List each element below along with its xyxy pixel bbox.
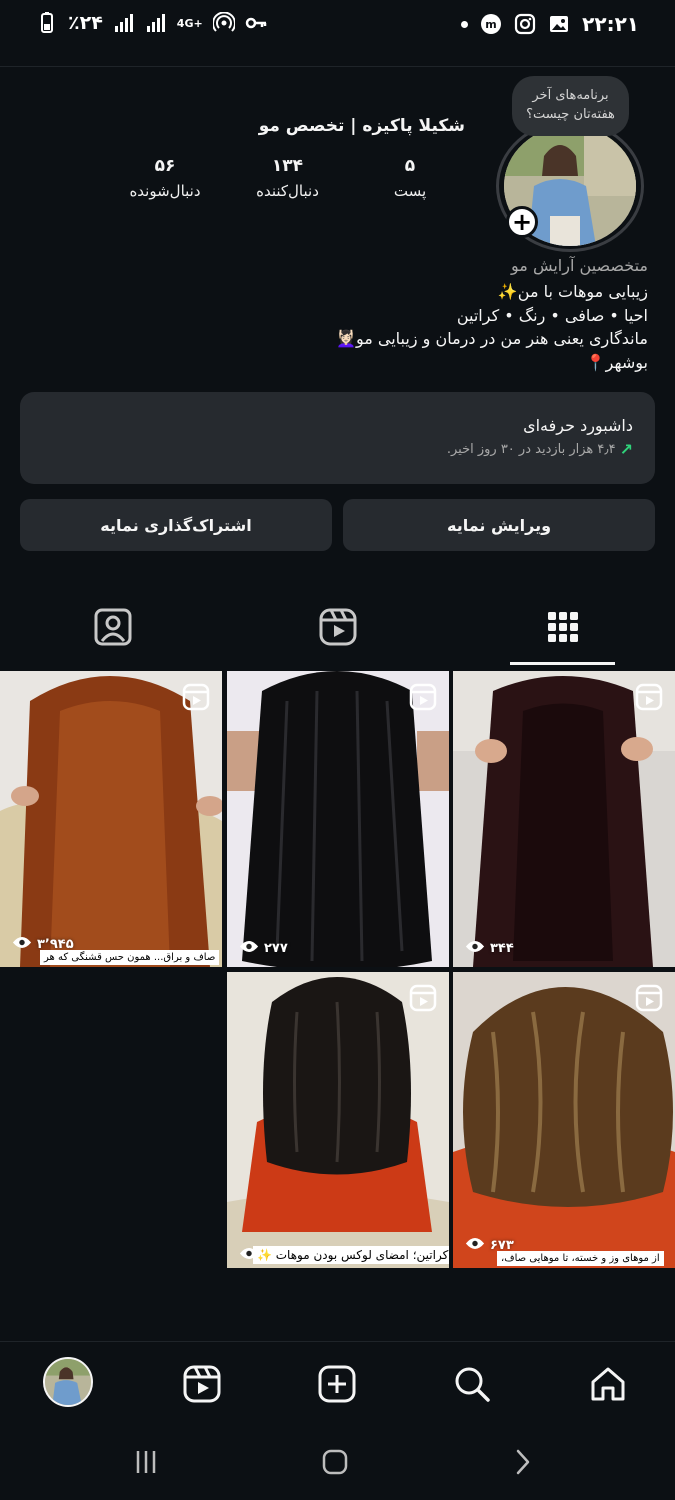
tab-tagged[interactable] (0, 590, 225, 668)
eye-icon (239, 940, 259, 957)
create-icon[interactable] (313, 1360, 361, 1408)
profile-name: شکیلا پاکیزه | تخصص مو (258, 116, 465, 136)
trend-up-icon: ↗ (619, 440, 633, 459)
key-icon (245, 12, 267, 34)
search-icon[interactable] (448, 1360, 496, 1408)
signal-icon (145, 12, 167, 34)
grid-icon (546, 610, 580, 648)
post-view-count: ۲۷۷ (264, 941, 288, 956)
bio-line: احیا • صافی • رنگ • کراتین (456, 305, 648, 325)
stat-followers-label: دنبال‌کننده (256, 182, 319, 200)
stat-following-label: دنبال‌شونده (129, 182, 201, 200)
status-left: ٪۲۴ 4G+ (36, 11, 267, 34)
bottom-navigation (0, 1342, 675, 1424)
post-caption-overlay: صاف و براق... همون حس قشنگی که هر (40, 950, 220, 965)
post-thumbnail (453, 972, 675, 1268)
status-bar: ٪۲۴ 4G+ m ۲۲:۲۱ (0, 0, 675, 50)
status-right: m ۲۲:۲۱ (461, 12, 639, 36)
dashboard-subtitle-row: ↗ ۴٫۴ هزار بازدید در ۳۰ روز اخیر. (42, 440, 633, 460)
instagram-icon (514, 13, 536, 35)
post-item[interactable]: ۳٬۹۴۵ صاف و براق... همون حس قشنگی که هر (0, 671, 222, 967)
profile-avatar[interactable] (43, 1357, 93, 1407)
post-view-count: ۳۴۴ (490, 941, 514, 956)
professional-dashboard[interactable]: داشبورد حرفه‌ای ↗ ۴٫۴ هزار بازدید در ۳۰ … (20, 392, 655, 484)
post-caption-overlay: کراتین؛ امضای لوکس بودن موهات ✨ (253, 1246, 449, 1264)
post-views: ۳۴۴ (465, 940, 514, 957)
reel-badge-icon (409, 683, 437, 711)
network-4g-icon: 4G+ (176, 16, 203, 30)
reel-badge-icon (182, 683, 210, 711)
stat-following-value: ۵۶ (154, 156, 176, 176)
system-navigation (0, 1424, 675, 1500)
note-bubble[interactable]: برنامه‌های آخر هفته‌تان چیست؟ (512, 76, 629, 136)
eye-icon (465, 1237, 485, 1254)
profile-stats: ۵ پست ۱۳۴ دنبال‌کننده ۵۶ دنبال‌شونده (110, 154, 465, 214)
svg-text:m: m (485, 18, 496, 31)
reel-badge-icon (635, 683, 663, 711)
tagged-icon (94, 608, 132, 650)
signal-icon (113, 12, 135, 34)
profile-tabs (0, 590, 675, 668)
post-item[interactable]: کراتین؛ امضای لوکس بودن موهات ✨ (227, 972, 449, 1268)
eye-icon (465, 940, 485, 957)
reel-badge-icon (409, 984, 437, 1012)
tab-posts-grid[interactable] (450, 590, 675, 668)
post-thumbnail (0, 671, 222, 967)
header-divider (0, 66, 675, 67)
eye-icon (12, 936, 32, 953)
stat-followers-value: ۱۳۴ (271, 156, 304, 176)
app-m-icon: m (480, 13, 502, 35)
stat-following[interactable]: ۵۶ دنبال‌شونده (110, 154, 220, 214)
back-icon[interactable] (502, 1442, 542, 1482)
reels-icon[interactable] (178, 1360, 226, 1408)
home-icon[interactable] (584, 1360, 632, 1408)
dashboard-subtitle: ۴٫۴ هزار بازدید در ۳۰ روز اخیر. (446, 442, 616, 457)
post-thumbnail (453, 671, 675, 967)
stat-posts-label: پست (393, 182, 427, 200)
reel-badge-icon (635, 984, 663, 1012)
post-views: ۲۷۷ (239, 940, 288, 957)
reels-icon (319, 608, 357, 650)
post-item[interactable]: ۲۷۷ (227, 671, 449, 967)
bio-line: بوشهر📍 (585, 352, 648, 372)
post-item[interactable]: ۳۴۴ (453, 671, 675, 967)
bio-line: زیبایی موهات با من✨ (497, 282, 648, 301)
battery-icon (36, 12, 58, 34)
dot-icon (461, 20, 469, 28)
recents-icon[interactable] (126, 1442, 166, 1482)
add-story-button[interactable]: + (506, 206, 538, 238)
post-thumbnail (227, 671, 449, 967)
stat-posts-value: ۵ (404, 156, 416, 176)
gallery-icon (548, 13, 570, 35)
tab-reels[interactable] (225, 590, 450, 668)
active-tab-indicator (510, 662, 615, 665)
dashboard-title: داشبورد حرفه‌ای (523, 416, 633, 435)
stat-posts[interactable]: ۵ پست (355, 154, 465, 214)
battery-level: ٪۲۴ (68, 12, 103, 34)
profile-bio: زیبایی موهات با من✨ احیا • صافی • رنگ • … (28, 280, 648, 374)
share-profile-button[interactable]: اشتراک‌گذاری نمایه (20, 499, 332, 551)
edit-profile-button[interactable]: ویرایش نمایه (343, 499, 655, 551)
post-caption-overlay: از موهای وز و خسته، تا موهایی صاف، (497, 1251, 664, 1266)
stat-followers[interactable]: ۱۳۴ دنبال‌کننده (233, 154, 343, 214)
profile-category: متخصصین آرایش مو (511, 256, 648, 275)
clock: ۲۲:۲۱ (582, 12, 639, 36)
home-circle-icon[interactable] (315, 1442, 355, 1482)
post-thumbnail (227, 972, 449, 1268)
post-item[interactable]: ۶۷۳ از موهای وز و خسته، تا موهایی صاف، (453, 972, 675, 1268)
bio-line: ماندگاری یعنی هنر من در درمان و زیبایی م… (336, 329, 648, 348)
hotspot-icon (211, 11, 236, 34)
